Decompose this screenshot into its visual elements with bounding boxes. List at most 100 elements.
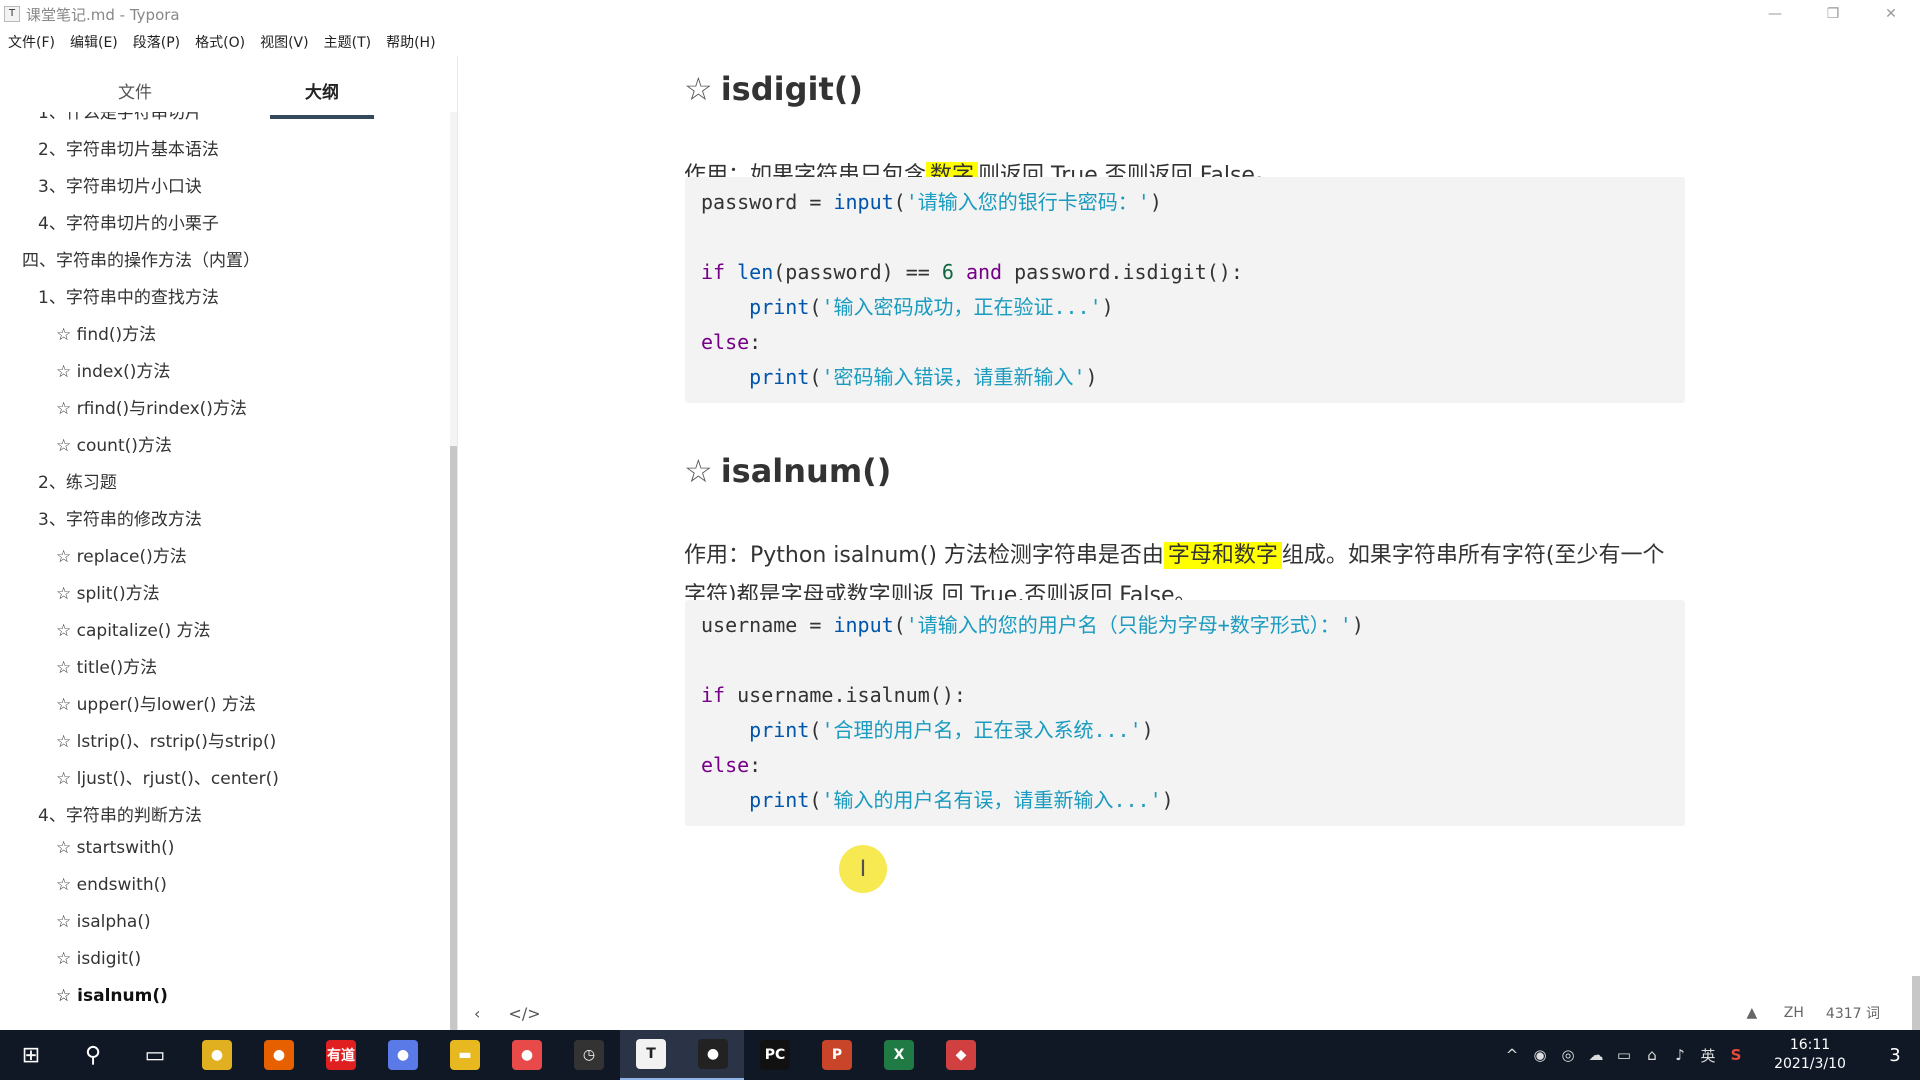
outline-item[interactable]: 4、字符串的判断方法 xyxy=(38,801,202,826)
taskbar-other-app-icon[interactable]: ◆ xyxy=(930,1030,992,1080)
outline-item[interactable]: 四、字符串的操作方法（内置） xyxy=(22,246,260,271)
code-token: print xyxy=(749,365,810,389)
restore-button[interactable]: ❐ xyxy=(1804,0,1862,28)
outline-item[interactable]: 3、字符串切片小口诀 xyxy=(38,172,202,197)
battery-icon[interactable]: ▭ xyxy=(1610,1046,1638,1064)
editor-scrollbar-thumb[interactable] xyxy=(1912,976,1920,1030)
code-block-isalnum[interactable]: username = input('请输入的您的用户名（只能为字母+数字形式）：… xyxy=(685,600,1685,826)
outline-item[interactable]: 1、字符串中的查找方法 xyxy=(38,283,219,308)
taskbar-firefox-icon[interactable]: ● xyxy=(248,1030,310,1080)
sidebar-scrollbar-thumb[interactable] xyxy=(450,446,457,1030)
outline-list: 1、什么是字符串切片 2、字符串切片基本语法 3、字符串切片小口诀 4、字符串切片的小… xyxy=(0,112,450,1030)
outline-item[interactable]: 2、练习题 xyxy=(38,468,117,493)
notification-icon[interactable]: 3 xyxy=(1870,1045,1920,1066)
menu-view[interactable]: 视图(V) xyxy=(260,32,309,52)
outline-item[interactable]: ☆ isalpha() xyxy=(56,912,151,932)
lang-indicator[interactable]: ▲ ZH xyxy=(1725,1005,1804,1021)
notification-count: 3 xyxy=(1889,1044,1901,1066)
close-button[interactable]: ✕ xyxy=(1862,0,1920,28)
network-icon[interactable]: ⌂ xyxy=(1638,1046,1666,1064)
outline-item[interactable]: ☆ capitalize() 方法 xyxy=(56,616,211,641)
outline-item[interactable]: ☆ isalnum() xyxy=(56,986,168,1006)
outline-item[interactable]: ☆ find()方法 xyxy=(56,320,156,345)
firefox-glyph: ● xyxy=(264,1040,294,1070)
outline-item[interactable]: ☆ upper()与lower() 方法 xyxy=(56,690,256,715)
code-block-isdigit[interactable]: password = input('请输入您的银行卡密码：') if len(p… xyxy=(685,177,1685,403)
taskbar-recorder-icon[interactable]: ● xyxy=(496,1030,558,1080)
window-title: 课堂笔记.md - Typora xyxy=(26,5,180,24)
tray-app-icon[interactable]: ◎ xyxy=(1554,1046,1582,1064)
other-app-glyph: ◆ xyxy=(946,1040,976,1070)
code-line: else: xyxy=(701,753,762,777)
source-mode-icon[interactable]: </> xyxy=(508,1004,540,1023)
outline-item[interactable]: ☆ replace()方法 xyxy=(56,542,187,567)
input-method[interactable]: 英 xyxy=(1694,1045,1722,1066)
outline-item[interactable]: 2、字符串切片基本语法 xyxy=(38,135,219,160)
minimize-button[interactable]: — xyxy=(1746,0,1804,28)
outline-item[interactable]: ☆ title()方法 xyxy=(56,653,157,678)
code-token: 6 xyxy=(941,260,954,284)
taskbar-pycharm-icon[interactable]: PC xyxy=(744,1030,806,1080)
volume-icon[interactable]: ♪ xyxy=(1666,1046,1694,1064)
star-icon: ☆ xyxy=(684,70,713,108)
sidebar-toggle-icon[interactable]: ‹ xyxy=(474,1004,480,1023)
clock[interactable]: 16:11 2021/3/10 xyxy=(1760,1036,1860,1074)
menu-file[interactable]: 文件(F) xyxy=(8,32,55,52)
pycharm-glyph: PC xyxy=(760,1040,790,1070)
sidebar-tabs: 文件 大纲 xyxy=(0,56,457,120)
outline-item[interactable]: ☆ ljust()、rjust()、center() xyxy=(56,764,279,789)
code-token: username.isalnum(): xyxy=(725,683,966,707)
outline-item[interactable]: ☆ lstrip()、rstrip()与strip() xyxy=(56,727,276,752)
tab-outline[interactable]: 大纲 xyxy=(270,56,374,119)
taskbar-typora-icon[interactable]: T xyxy=(620,1030,682,1080)
tray-app-icon[interactable]: ◉ xyxy=(1526,1046,1554,1064)
outline-item[interactable]: 3、字符串的修改方法 xyxy=(38,505,202,530)
tray-overflow-icon[interactable]: ^ xyxy=(1498,1046,1526,1064)
window-controls: — ❐ ✕ xyxy=(1746,0,1920,28)
menu-theme[interactable]: 主题(T) xyxy=(324,32,371,52)
menu-help[interactable]: 帮助(H) xyxy=(386,32,435,52)
star-icon: ☆ xyxy=(684,452,713,490)
taskbar-chrome-icon[interactable]: ● xyxy=(186,1030,248,1080)
heading-text: isdigit() xyxy=(720,70,863,108)
taskbar-clock-app-icon[interactable]: ◷ xyxy=(558,1030,620,1080)
taskbar-browser-icon[interactable]: ● xyxy=(372,1030,434,1080)
taskbar-explorer-icon[interactable]: ▬ xyxy=(434,1030,496,1080)
taskbar-powerpoint-icon[interactable]: P xyxy=(806,1030,868,1080)
outline-item[interactable]: ☆ isdigit() xyxy=(56,949,141,969)
outline-item[interactable]: ☆ split()方法 xyxy=(56,579,160,604)
taskbar-excel-icon[interactable]: X xyxy=(868,1030,930,1080)
outline-item[interactable]: ☆ endswith() xyxy=(56,875,167,895)
outline-item[interactable]: ☆ count()方法 xyxy=(56,431,172,456)
taskview-glyph: ▭ xyxy=(140,1040,170,1070)
taskbar-search-icon[interactable]: ⚲ xyxy=(62,1030,124,1080)
taskbar-camera-icon[interactable]: ● xyxy=(682,1030,744,1080)
menu-paragraph[interactable]: 段落(P) xyxy=(133,32,180,52)
heading-isdigit: ☆ isdigit() xyxy=(684,70,863,108)
outline-item[interactable]: ☆ index()方法 xyxy=(56,357,170,382)
taskbar-youdao-icon[interactable]: 有道 xyxy=(310,1030,372,1080)
outline-item[interactable]: 4、字符串切片的小栗子 xyxy=(38,209,219,234)
tray-cloud-icon[interactable]: ☁ xyxy=(1582,1046,1610,1064)
code-token: input xyxy=(833,190,894,214)
code-line: if username.isalnum(): xyxy=(701,678,1669,713)
menu-format[interactable]: 格式(O) xyxy=(195,32,245,52)
outline-item[interactable]: ☆ startswith() xyxy=(56,838,174,858)
outline-item[interactable]: 1、什么是字符串切片 xyxy=(38,112,202,123)
tab-files[interactable]: 文件 xyxy=(0,56,270,120)
excel-glyph: X xyxy=(884,1040,914,1070)
code-token: '合理的用户名，正在录入系统...' xyxy=(821,718,1142,742)
code-token: else xyxy=(701,330,750,354)
lang-label: ZH xyxy=(1783,1005,1804,1021)
menu-edit[interactable]: 编辑(E) xyxy=(70,32,118,52)
outline-item[interactable]: ☆ rfind()与rindex()方法 xyxy=(56,394,247,419)
taskbar-taskview-icon[interactable]: ▭ xyxy=(124,1030,186,1080)
code-line: print('输入的用户名有误，请重新输入...') xyxy=(749,788,1174,812)
taskbar-start-icon[interactable]: ⊞ xyxy=(0,1030,62,1080)
code-token: if xyxy=(701,683,726,707)
word-count[interactable]: 4317 词 xyxy=(1826,1003,1880,1023)
typora-app-icon: T xyxy=(4,6,20,22)
sogou-icon[interactable]: S xyxy=(1722,1046,1750,1064)
code-token: print xyxy=(749,295,810,319)
